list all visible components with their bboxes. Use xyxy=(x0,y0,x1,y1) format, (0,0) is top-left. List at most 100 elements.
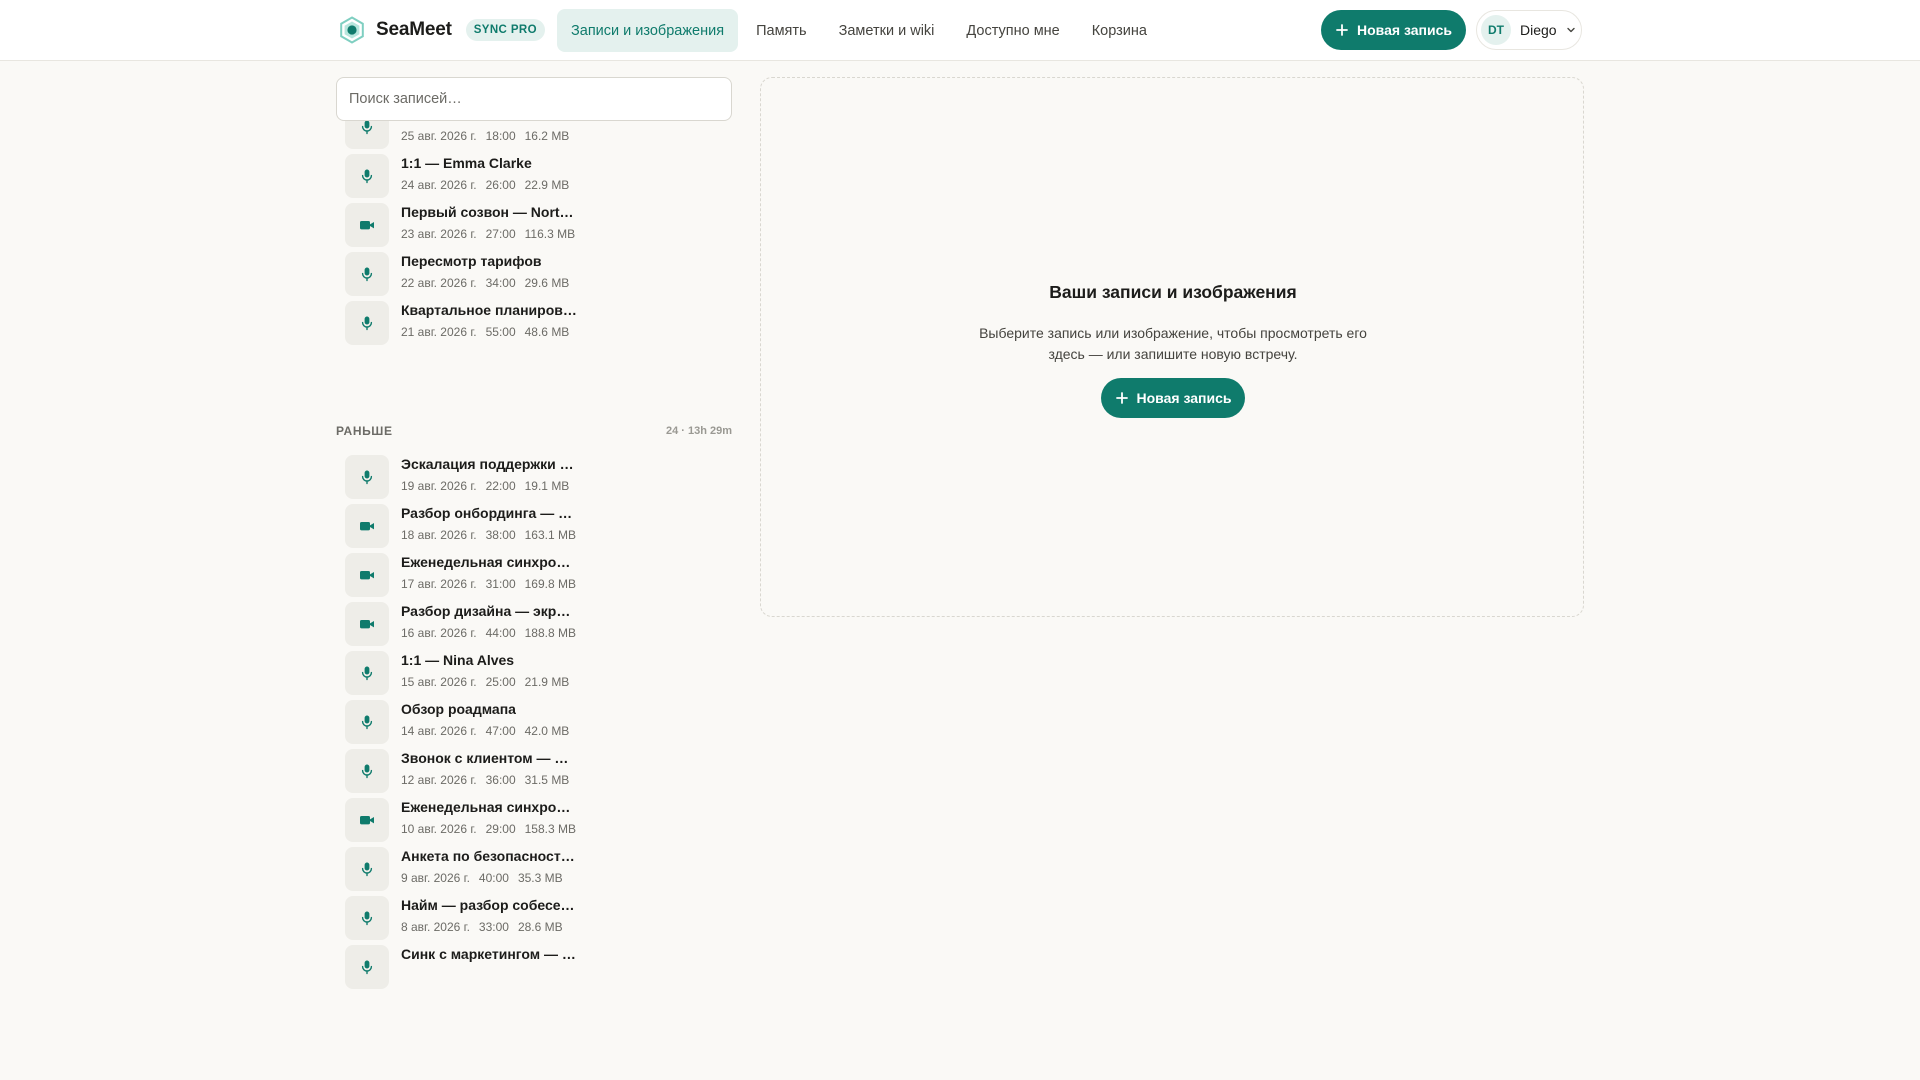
video-camera-icon xyxy=(345,553,389,597)
section-stats: 24 · 13h 29m xyxy=(665,425,732,437)
list-item[interactable]: Пересмотр тарифов 22 авг. 2026 г. 34:00 29.… xyxy=(336,244,732,300)
recording-size: 42.0 MB xyxy=(524,724,570,738)
section-label: РАНЬШЕ xyxy=(336,424,393,438)
recording-date: 10 авг. 2026 г. xyxy=(401,822,477,836)
brand[interactable]: SeaMeet SYNC PRO xyxy=(338,14,545,46)
brand-name: SeaMeet xyxy=(376,19,452,40)
list-item[interactable]: Синк с маркетингом — … xyxy=(336,937,732,993)
recording-meta: 17 авг. 2026 г. 31:00 169.8 MB xyxy=(401,577,585,591)
empty-state-button-label: Новая запись xyxy=(1136,390,1232,406)
user-menu[interactable]: DT Diego xyxy=(1476,10,1582,50)
section-earlier-header: РАНЬШЕ 24 · 13h 29m xyxy=(336,421,732,441)
tab-memory[interactable]: Память xyxy=(742,9,821,52)
recording-date: 17 авг. 2026 г. xyxy=(401,577,477,591)
new-record-label: Новая запись xyxy=(1357,22,1452,38)
top-bar: SeaMeet SYNC PRO Записи и изображения Па… xyxy=(0,0,1920,61)
recording-size: 28.6 MB xyxy=(517,920,563,934)
search-input[interactable] xyxy=(336,77,732,121)
list-item[interactable]: Квартальное планиров… 21 авг. 2026 г. 55:0… xyxy=(336,293,732,349)
recording-meta: 24 авг. 2026 г. 26:00 22.9 MB xyxy=(401,178,578,192)
recording-meta: 12 авг. 2026 г. 36:00 31.5 MB xyxy=(401,773,578,787)
preview-panel: Ваши записи и изображения Выберите запис… xyxy=(760,77,1584,617)
recording-size: 35.3 MB xyxy=(517,871,563,885)
recording-date: 24 авг. 2026 г. xyxy=(401,178,477,192)
recording-date: 22 авг. 2026 г. xyxy=(401,276,477,290)
recording-date: 19 авг. 2026 г. xyxy=(401,479,477,493)
list-item[interactable]: Первый созвон — Nort… 23 авг. 2026 г. 27:0… xyxy=(336,195,732,251)
list-item[interactable]: 1:1 — Emma Clarke 24 авг. 2026 г. 26:00 22.… xyxy=(336,146,732,202)
recording-duration: 40:00 xyxy=(478,871,509,885)
video-camera-icon xyxy=(345,798,389,842)
main-nav: Записи и изображения Память Заметки и wi… xyxy=(557,9,1165,52)
recordings-list[interactable]: РАНЬШЕ 24 · 13h 29m 25 авг. 2026 г. 18:00… xyxy=(336,77,732,1070)
recording-meta: 15 авг. 2026 г. 25:00 21.9 MB xyxy=(401,675,578,689)
recording-title: Первый созвон — Nort… xyxy=(401,204,574,220)
list-item[interactable]: Анкета по безопасност… 9 авг. 2026 г. 40:0… xyxy=(336,839,732,895)
recording-title: Разбор онбординга — … xyxy=(401,505,573,521)
recording-title: Анкета по безопасност… xyxy=(401,848,575,864)
user-name: Diego xyxy=(1520,22,1557,38)
recording-date: 14 авг. 2026 г. xyxy=(401,724,477,738)
microphone-icon xyxy=(345,301,389,345)
recording-size: 21.9 MB xyxy=(524,675,570,689)
recording-date: 25 авг. 2026 г. xyxy=(401,129,477,143)
recording-duration: 27:00 xyxy=(485,227,516,241)
list-item[interactable]: Разбор дизайна — экр… 16 авг. 2026 г. 44:0… xyxy=(336,594,732,650)
recording-size: 19.1 MB xyxy=(524,479,570,493)
recording-date: 18 авг. 2026 г. xyxy=(401,528,477,542)
new-record-button[interactable]: Новая запись xyxy=(1321,10,1466,50)
recording-size: 29.6 MB xyxy=(524,276,570,290)
tab-recordings[interactable]: Записи и изображения xyxy=(557,9,739,52)
recording-size: 48.6 MB xyxy=(524,325,570,339)
recording-meta: 19 авг. 2026 г. 22:00 19.1 MB xyxy=(401,479,578,493)
microphone-icon xyxy=(345,700,389,744)
recording-duration: 29:00 xyxy=(485,822,516,836)
recording-duration: 47:00 xyxy=(485,724,516,738)
recording-title: Синк с маркетингом — … xyxy=(401,946,576,962)
recording-size: 31.5 MB xyxy=(524,773,570,787)
recording-title: Звонок с клиентом — … xyxy=(401,750,569,766)
recording-size: 169.8 MB xyxy=(524,577,576,591)
list-item[interactable]: Еженедельная синхро… 17 авг. 2026 г. 31:00… xyxy=(336,545,732,601)
recording-date: 8 авг. 2026 г. xyxy=(401,920,470,934)
microphone-icon xyxy=(345,896,389,940)
recording-size: 16.2 MB xyxy=(524,129,570,143)
recording-title: Найм — разбор собесе… xyxy=(401,897,575,913)
list-item[interactable]: Эскалация поддержки … 19 авг. 2026 г. 22:0… xyxy=(336,447,732,503)
list-item[interactable]: Найм — разбор собесе… 8 авг. 2026 г. 33:00… xyxy=(336,888,732,944)
list-item[interactable]: 1:1 — Nina Alves 15 авг. 2026 г. 25:00 21.9… xyxy=(336,643,732,699)
tab-shared-with-me[interactable]: Доступно мне xyxy=(952,9,1073,52)
recording-size: 163.1 MB xyxy=(524,528,576,542)
recording-meta: 16 авг. 2026 г. 44:00 188.8 MB xyxy=(401,626,585,640)
recording-duration: 26:00 xyxy=(485,178,516,192)
recording-title: Разбор дизайна — экр… xyxy=(401,603,571,619)
recording-size: 188.8 MB xyxy=(524,626,576,640)
recording-title: Эскалация поддержки … xyxy=(401,456,574,472)
list-item[interactable]: Разбор онбординга — … 18 авг. 2026 г. 38:0… xyxy=(336,496,732,552)
recording-duration: 34:00 xyxy=(485,276,516,290)
list-item[interactable]: Обзор роадмапа 14 авг. 2026 г. 47:00 42.0 M… xyxy=(336,692,732,748)
microphone-icon xyxy=(345,749,389,793)
recording-date: 23 авг. 2026 г. xyxy=(401,227,477,241)
list-item[interactable]: Звонок с клиентом — … 12 авг. 2026 г. 36:0… xyxy=(336,741,732,797)
microphone-icon xyxy=(345,154,389,198)
recording-title: 1:1 — Emma Clarke xyxy=(401,155,532,171)
recording-duration: 25:00 xyxy=(485,675,516,689)
empty-state-title: Ваши записи и изображения xyxy=(1049,282,1297,302)
plus-icon xyxy=(1115,392,1128,404)
recording-date: 16 авг. 2026 г. xyxy=(401,626,477,640)
microphone-icon xyxy=(345,651,389,695)
microphone-icon xyxy=(345,945,389,989)
avatar: DT xyxy=(1481,15,1511,45)
microphone-icon xyxy=(345,455,389,499)
recording-date: 15 авг. 2026 г. xyxy=(401,675,477,689)
tab-trash[interactable]: Корзина xyxy=(1078,9,1161,52)
empty-state-new-record-button[interactable]: Новая запись xyxy=(1101,378,1245,418)
video-camera-icon xyxy=(345,602,389,646)
recording-duration: 38:00 xyxy=(485,528,516,542)
microphone-icon xyxy=(345,847,389,891)
recording-size: 22.9 MB xyxy=(524,178,570,192)
tab-notes-wiki[interactable]: Заметки и wiki xyxy=(825,9,949,52)
recording-meta: 18 авг. 2026 г. 38:00 163.1 MB xyxy=(401,528,585,542)
list-item[interactable]: Еженедельная синхро… 10 авг. 2026 г. 29:00… xyxy=(336,790,732,846)
